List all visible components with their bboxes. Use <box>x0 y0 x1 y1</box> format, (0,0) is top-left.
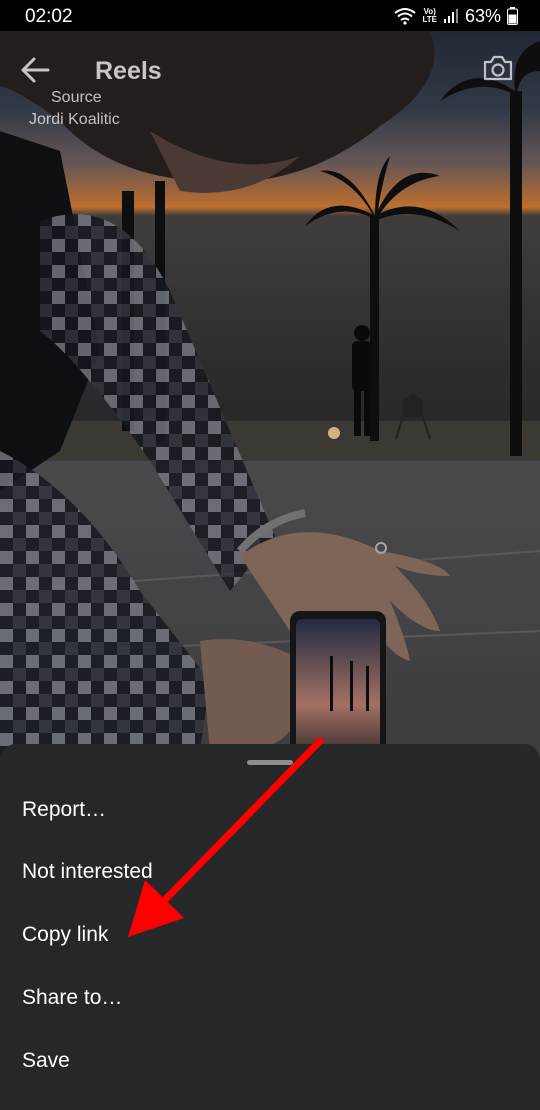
source-author[interactable]: Jordi Koalitic <box>29 111 120 129</box>
status-icons: Vo) LTE 63% <box>394 5 518 27</box>
source-label: Source <box>51 89 102 106</box>
menu-item-save[interactable]: Save <box>0 1030 540 1092</box>
reels-header: Reels Source Jordi Koalitic <box>0 31 540 141</box>
options-bottom-sheet: Report… Not interested Copy link Share t… <box>0 744 540 1110</box>
page-title: Reels <box>95 57 162 85</box>
volte-icon: Vo) LTE <box>422 7 437 24</box>
arrow-left-icon <box>21 57 50 83</box>
status-bar: 02:02 Vo) LTE 63% <box>0 0 540 31</box>
signal-icon <box>443 9 458 23</box>
battery-icon <box>507 7 518 25</box>
status-time: 02:02 <box>25 6 73 27</box>
menu-item-copy-link[interactable]: Copy link <box>0 904 540 966</box>
camera-button[interactable] <box>482 53 514 83</box>
battery-percent: 63% <box>464 5 501 26</box>
menu-item-not-interested[interactable]: Not interested <box>0 841 540 903</box>
menu-item-share-to[interactable]: Share to… <box>0 967 540 1029</box>
camera-icon <box>483 55 513 81</box>
back-button[interactable] <box>18 53 58 87</box>
menu-item-report[interactable]: Report… <box>0 779 540 841</box>
sheet-drag-handle[interactable] <box>247 760 293 765</box>
wifi-calling-icon <box>394 8 417 25</box>
